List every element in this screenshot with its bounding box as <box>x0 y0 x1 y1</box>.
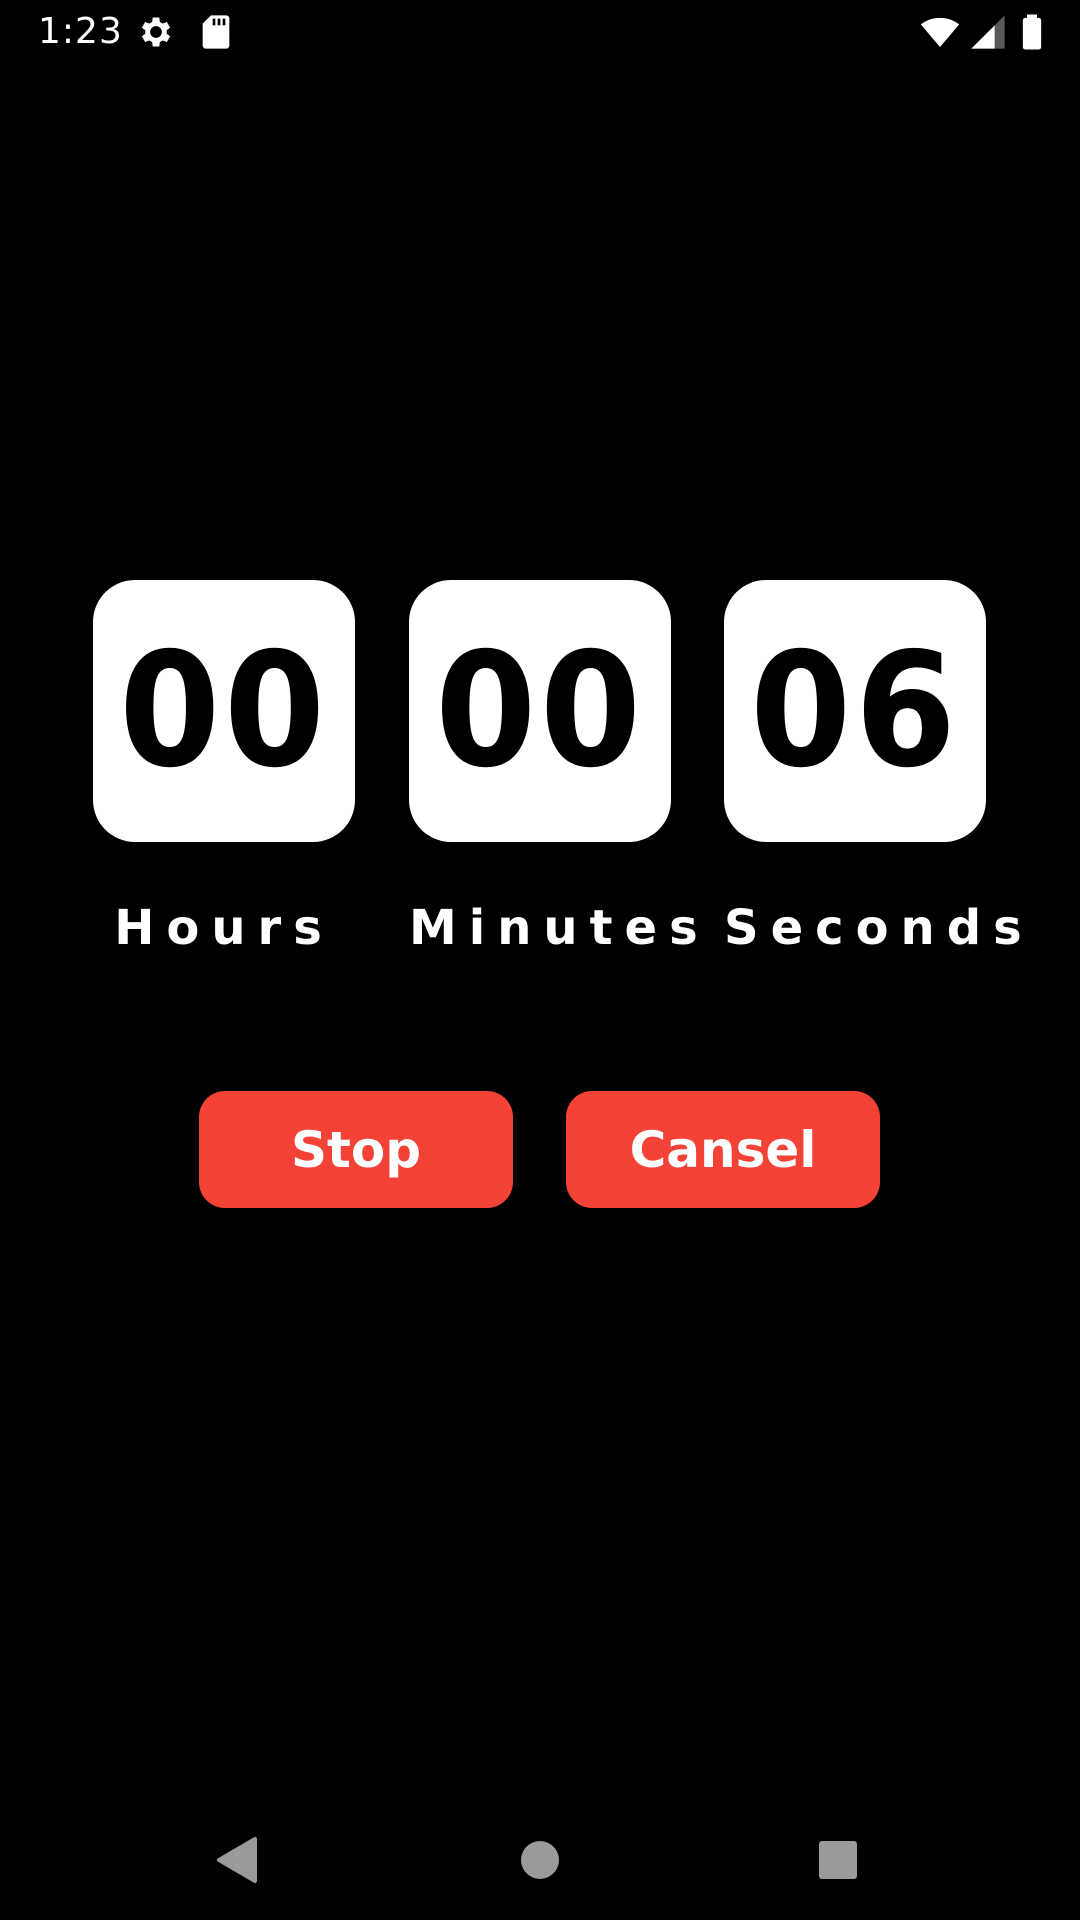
stop-button[interactable]: Stop <box>199 1091 513 1208</box>
seconds-value: 06 <box>750 619 960 803</box>
hours-value: 00 <box>119 619 329 803</box>
back-icon[interactable] <box>208 1830 268 1890</box>
recents-icon[interactable] <box>808 1830 868 1890</box>
hours-display: 00 <box>93 580 355 842</box>
seconds-display: 06 <box>724 580 986 842</box>
minutes-display: 00 <box>409 580 671 842</box>
minutes-value: 00 <box>435 619 645 803</box>
battery-icon <box>1012 12 1052 52</box>
seconds-label: Seconds <box>724 900 1034 956</box>
status-bar: 1:23 <box>0 0 1080 66</box>
home-icon[interactable] <box>510 1830 570 1890</box>
minutes-label: Minutes <box>409 900 710 956</box>
cancel-button[interactable]: Cansel <box>566 1091 880 1208</box>
status-time: 1:23 <box>38 11 123 52</box>
wifi-icon <box>920 12 960 52</box>
navigation-bar <box>0 1800 1080 1920</box>
signal-icon <box>968 12 1008 52</box>
sd-card-icon <box>196 12 236 52</box>
hours-label: Hours <box>114 900 334 956</box>
gear-icon <box>136 12 176 52</box>
